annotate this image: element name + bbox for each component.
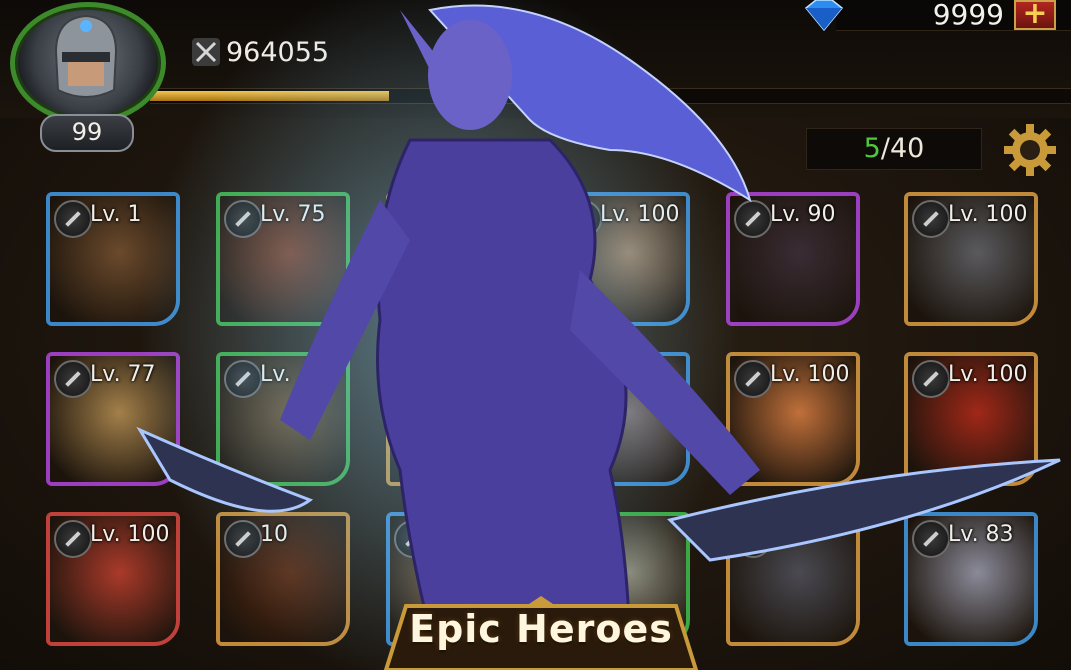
weapon-type-icon: [54, 360, 92, 398]
featured-hero-artwork: [136, 0, 1061, 670]
banner-title: Epic Heroes: [409, 607, 673, 651]
weapon-type-icon: [54, 200, 92, 238]
weapon-type-icon: [54, 520, 92, 558]
